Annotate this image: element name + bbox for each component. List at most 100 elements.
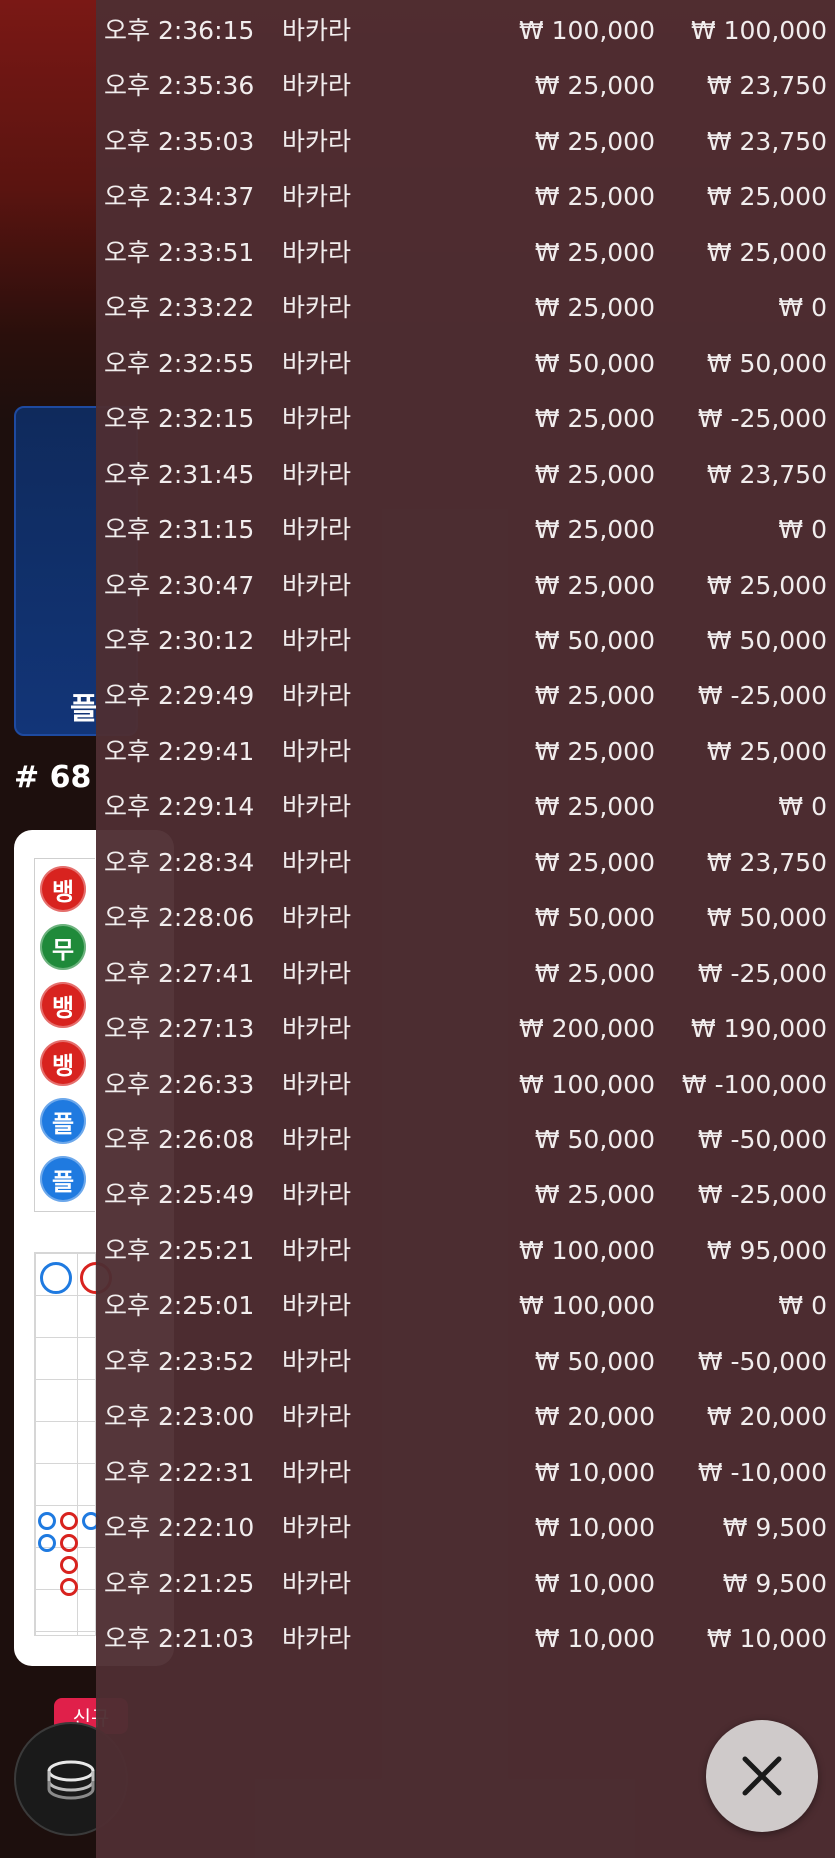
history-row: 오후 2:35:03 바카라 ₩ 25,000 ₩ 23,750 — [96, 114, 835, 169]
history-game: 바카라 — [282, 404, 352, 434]
history-payout-amount: ₩ 25,000 — [706, 182, 827, 212]
history-payout-amount: ₩ 20,000 — [706, 1402, 827, 1432]
history-time: 오후 2:30:47 — [104, 570, 255, 600]
history-payout-amount: ₩ 9,500 — [722, 1568, 827, 1598]
history-row: 오후 2:23:00 바카라 ₩ 20,000 ₩ 20,000 — [96, 1389, 835, 1444]
history-time: 오후 2:29:14 — [104, 792, 255, 822]
history-game: 바카라 — [282, 625, 352, 655]
history-time: 오후 2:33:51 — [104, 237, 255, 267]
bead-banker: 뱅 — [40, 866, 86, 912]
derived-road-mark — [60, 1512, 78, 1530]
history-time: 오후 2:28:06 — [104, 903, 255, 933]
history-row: 오후 2:36:15 바카라 ₩ 100,000 ₩ 100,000 — [96, 3, 835, 58]
history-bet-amount: ₩ 50,000 — [534, 625, 655, 655]
history-row: 오후 2:21:25 바카라 ₩ 10,000 ₩ 9,500 — [96, 1556, 835, 1611]
history-bet-amount: ₩ 50,000 — [534, 1125, 655, 1154]
history-time: 오후 2:21:25 — [104, 1568, 255, 1598]
history-time: 오후 2:26:33 — [104, 1069, 255, 1099]
history-row: 오후 2:31:15 바카라 ₩ 25,000 ₩ 0 — [96, 502, 835, 557]
history-payout-amount: ₩ 0 — [778, 293, 827, 323]
history-game: 바카라 — [282, 1346, 352, 1376]
history-time: 오후 2:35:03 — [104, 126, 255, 156]
history-payout-amount: ₩ -25,000 — [697, 681, 827, 711]
history-row: 오후 2:30:12 바카라 ₩ 50,000 ₩ 50,000 — [96, 613, 835, 668]
history-time: 오후 2:22:10 — [104, 1513, 255, 1543]
history-payout-amount: ₩ 100,000 — [690, 16, 827, 45]
history-bet-amount: ₩ 25,000 — [534, 847, 655, 877]
history-game: 바카라 — [282, 182, 352, 212]
history-bet-amount: ₩ 100,000 — [518, 1235, 655, 1265]
history-payout-amount: ₩ 50,000 — [706, 903, 827, 933]
history-game: 바카라 — [282, 1513, 352, 1543]
history-row: 오후 2:32:55 바카라 ₩ 50,000 ₩ 50,000 — [96, 336, 835, 391]
history-game: 바카라 — [282, 570, 352, 600]
close-button[interactable] — [706, 1720, 818, 1832]
history-payout-amount: ₩ 10,000 — [706, 1624, 827, 1654]
history-bet-amount: ₩ 100,000 — [518, 1291, 655, 1321]
history-bet-amount: ₩ 200,000 — [518, 1014, 655, 1044]
history-time: 오후 2:21:03 — [104, 1624, 255, 1654]
derived-road-mark — [38, 1512, 56, 1530]
history-bet-amount: ₩ 25,000 — [534, 237, 655, 267]
history-bet-amount: ₩ 10,000 — [534, 1457, 655, 1487]
history-game: 바카라 — [282, 681, 352, 711]
history-bet-amount: ₩ 25,000 — [534, 736, 655, 766]
history-payout-amount: ₩ -50,000 — [697, 1346, 827, 1376]
history-payout-amount: ₩ -10,000 — [697, 1457, 827, 1487]
history-payout-amount: ₩ 0 — [778, 1291, 827, 1321]
history-time: 오후 2:31:45 — [104, 459, 255, 489]
history-game: 바카라 — [282, 1125, 352, 1154]
history-game: 바카라 — [282, 1014, 352, 1044]
history-game: 바카라 — [282, 515, 352, 545]
bead-player: 플 — [40, 1098, 86, 1144]
history-payout-amount: ₩ -50,000 — [697, 1125, 827, 1154]
chip-stack-icon — [47, 1760, 95, 1800]
history-time: 오후 2:27:13 — [104, 1014, 255, 1044]
history-payout-amount: ₩ 25,000 — [706, 570, 827, 600]
history-bet-amount: ₩ 50,000 — [534, 348, 655, 378]
history-bet-amount: ₩ 25,000 — [534, 459, 655, 489]
history-time: 오후 2:28:34 — [104, 847, 255, 877]
history-bet-amount: ₩ 25,000 — [534, 1180, 655, 1210]
history-payout-amount: ₩ 50,000 — [706, 348, 827, 378]
history-row: 오후 2:32:15 바카라 ₩ 25,000 ₩ -25,000 — [96, 391, 835, 446]
history-time: 오후 2:29:49 — [104, 681, 255, 711]
history-row: 오후 2:25:21 바카라 ₩ 100,000 ₩ 95,000 — [96, 1223, 835, 1278]
history-time: 오후 2:23:52 — [104, 1346, 255, 1376]
history-bet-amount: ₩ 50,000 — [534, 903, 655, 933]
history-payout-amount: ₩ 23,750 — [706, 847, 827, 877]
history-game: 바카라 — [282, 237, 352, 267]
history-time: 오후 2:32:15 — [104, 404, 255, 434]
history-row: 오후 2:33:51 바카라 ₩ 25,000 ₩ 25,000 — [96, 225, 835, 280]
history-game: 바카라 — [282, 1235, 352, 1265]
history-payout-amount: ₩ 190,000 — [690, 1014, 827, 1044]
history-time: 오후 2:27:41 — [104, 958, 255, 988]
history-bet-amount: ₩ 10,000 — [534, 1624, 655, 1654]
round-number: # 68 — [14, 760, 92, 795]
history-bet-amount: ₩ 100,000 — [518, 16, 655, 45]
history-row: 오후 2:33:22 바카라 ₩ 25,000 ₩ 0 — [96, 280, 835, 335]
history-time: 오후 2:23:00 — [104, 1402, 255, 1432]
history-payout-amount: ₩ -100,000 — [681, 1069, 827, 1099]
history-payout-amount: ₩ 23,750 — [706, 459, 827, 489]
history-game: 바카라 — [282, 126, 352, 156]
history-payout-amount: ₩ 95,000 — [706, 1235, 827, 1265]
history-bet-amount: ₩ 25,000 — [534, 681, 655, 711]
bead-banker: 뱅 — [40, 982, 86, 1028]
bead-tie: 무 — [40, 924, 86, 970]
history-payout-amount: ₩ -25,000 — [697, 1180, 827, 1210]
derived-road-mark — [60, 1534, 78, 1552]
history-time: 오후 2:25:21 — [104, 1235, 255, 1265]
history-bet-amount: ₩ 25,000 — [534, 404, 655, 434]
history-payout-amount: ₩ 25,000 — [706, 237, 827, 267]
history-row: 오후 2:25:49 바카라 ₩ 25,000 ₩ -25,000 — [96, 1167, 835, 1222]
history-time: 오후 2:34:37 — [104, 182, 255, 212]
history-row: 오후 2:28:34 바카라 ₩ 25,000 ₩ 23,750 — [96, 835, 835, 890]
history-row: 오후 2:31:45 바카라 ₩ 25,000 ₩ 23,750 — [96, 447, 835, 502]
history-time: 오후 2:36:15 — [104, 16, 255, 45]
history-payout-amount: ₩ 25,000 — [706, 736, 827, 766]
history-time: 오후 2:29:41 — [104, 736, 255, 766]
history-game: 바카라 — [282, 1624, 352, 1654]
history-row: 오후 2:27:41 바카라 ₩ 25,000 ₩ -25,000 — [96, 946, 835, 1001]
history-time: 오후 2:33:22 — [104, 293, 255, 323]
